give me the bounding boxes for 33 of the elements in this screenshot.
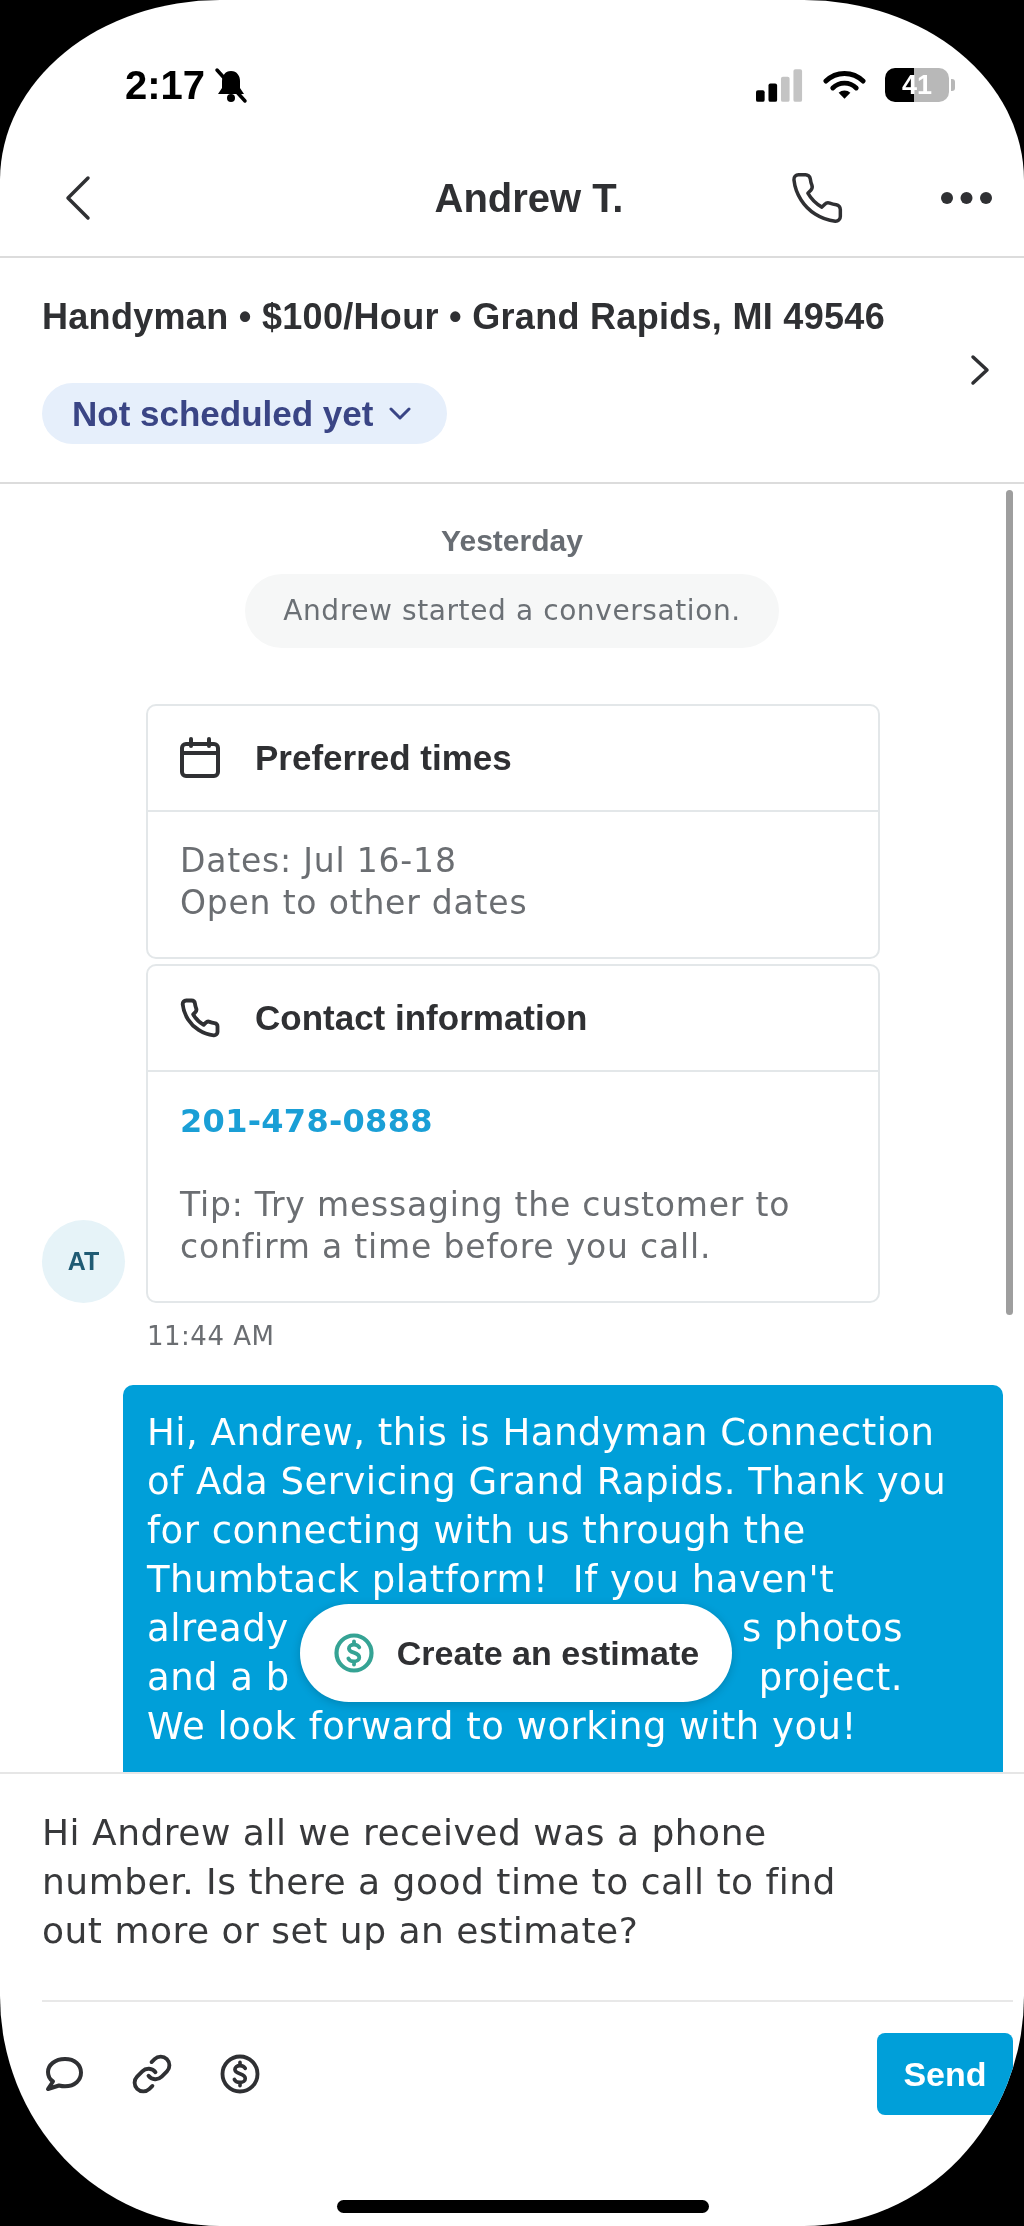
bell-slash-icon [213, 66, 250, 104]
schedule-status-dropdown[interactable]: Not scheduled yet [42, 383, 448, 444]
day-label: Yesterday [440, 524, 584, 558]
status-time: 2:17 [125, 62, 206, 109]
message-text-fragment: and a b [147, 1655, 290, 1701]
avatar: AT [42, 1220, 125, 1303]
card-text: Open to other dates [180, 882, 528, 924]
create-estimate-button[interactable]: Create an estimate [300, 1604, 732, 1702]
dollar-icon[interactable] [218, 2053, 262, 2095]
chevron-right-icon[interactable] [970, 354, 990, 386]
message-text-fragment: already [147, 1606, 289, 1652]
wifi-icon [823, 69, 866, 101]
link-icon[interactable] [130, 2053, 174, 2095]
system-message: Andrew started a conversation. [245, 574, 779, 648]
message-text-fragment: project. [758, 1655, 903, 1701]
dollar-icon [332, 1632, 375, 1674]
phone-icon [179, 997, 221, 1039]
calendar-icon [179, 737, 221, 779]
caret-icon [389, 406, 412, 421]
phone-icon[interactable] [789, 170, 845, 226]
card-text: Dates: Jul 16-18 [180, 840, 457, 882]
tip-text: Tip: Try messaging the customer to confirm a time before you call. [180, 1184, 792, 1268]
message-text: We look forward to working with you! [147, 1704, 857, 1750]
contact-name-title: Andrew T. [434, 175, 624, 221]
more-options-icon[interactable] [940, 191, 993, 205]
message-input[interactable]: Hi Andrew all we received was a phone number. Is there a good time to call to find out more or set up an estimate? [42, 1808, 902, 1955]
message-timestamp: 11:44 AM [146, 1321, 276, 1351]
signal-icon [756, 68, 804, 102]
card-title: Preferred times [255, 738, 512, 778]
job-summary: Handyman • $100/Hour • Grand Rapids, MI 49546 [42, 296, 885, 338]
card-title: Contact information [255, 998, 588, 1038]
message-text-fragment: s photos [741, 1606, 903, 1652]
back-icon[interactable] [65, 175, 91, 221]
